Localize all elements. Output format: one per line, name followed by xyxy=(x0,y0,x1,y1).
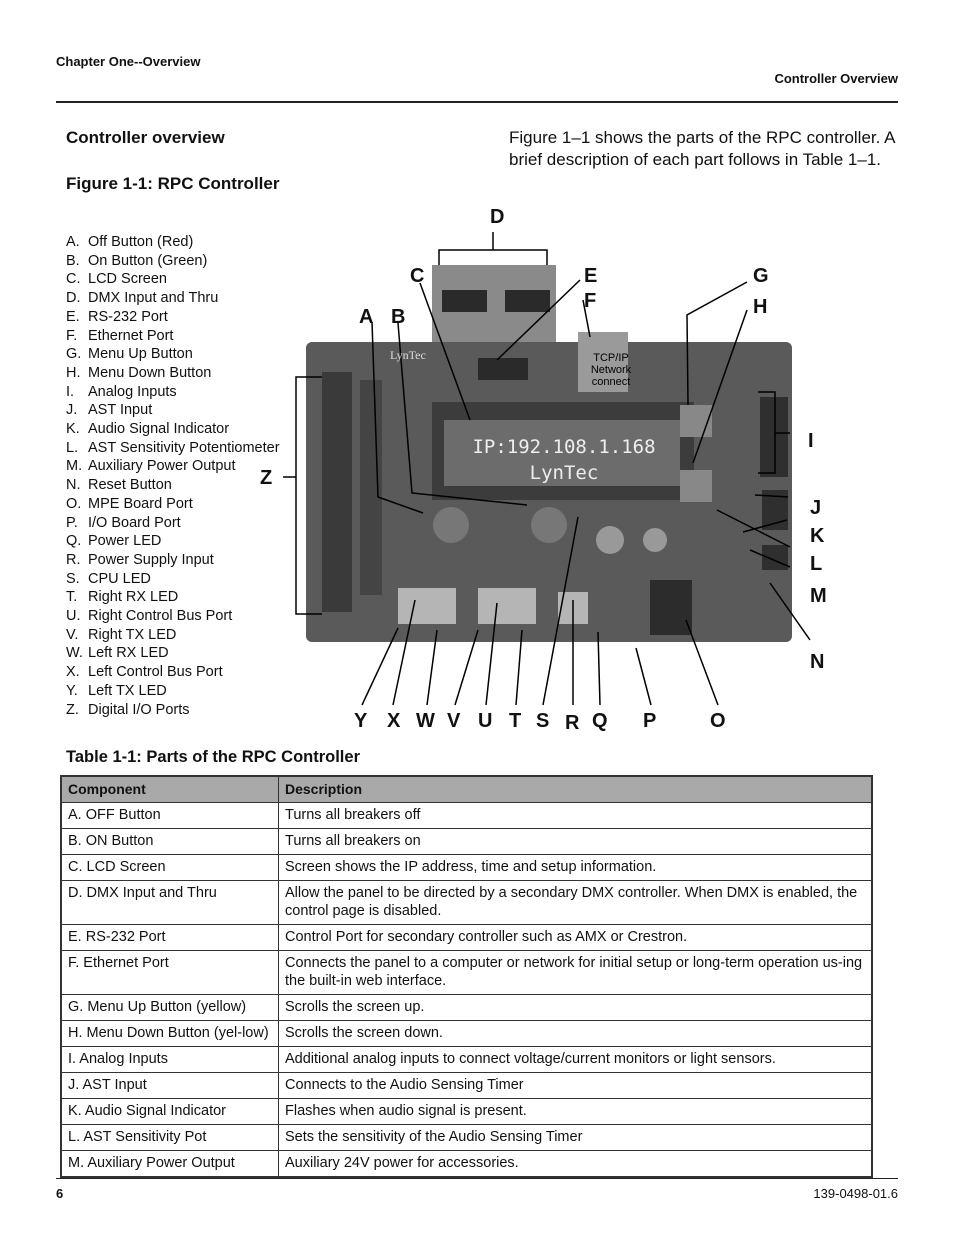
document-page: Chapter One--Overview Controller Overvie… xyxy=(0,0,954,1235)
callout-h: H xyxy=(753,296,768,318)
parts-table: Component Description A. OFF Button Turns… xyxy=(60,775,873,1178)
component-cell: D. DMX Input and Thru xyxy=(60,880,279,925)
callout-n: N xyxy=(810,651,825,673)
description-cell: Screen shows the IP address, time and se… xyxy=(278,854,873,881)
description-cell: Additional analog inputs to connect volt… xyxy=(278,1046,873,1073)
brand-logo: LynTec xyxy=(390,348,426,362)
component-cell: A. OFF Button xyxy=(60,802,279,829)
component-cell: L. AST Sensitivity Pot xyxy=(60,1124,279,1151)
table-row: G. Menu Up Button (yellow) Scrolls the sc… xyxy=(60,994,873,1021)
column-header-component: Component xyxy=(60,775,279,803)
lcd-line-1: IP:192.108.1.168 xyxy=(472,436,656,458)
component-cell: G. Menu Up Button (yellow) xyxy=(60,994,279,1021)
callout-p: P xyxy=(643,710,657,732)
callout-o: O xyxy=(710,710,726,732)
footer-rule xyxy=(56,1178,898,1179)
table-row: L. AST Sensitivity Pot Sets the sensitivi… xyxy=(60,1124,873,1151)
description-cell: Scrolls the screen down. xyxy=(278,1020,873,1047)
callout-b: B xyxy=(391,306,406,328)
callout-a: A xyxy=(359,306,374,328)
description-cell: Auxiliary 24V power for accessories. xyxy=(278,1150,873,1178)
component-cell: B. ON Button xyxy=(60,828,279,855)
callout-z: Z xyxy=(260,467,273,489)
callout-e: E xyxy=(584,265,598,287)
description-cell: Control Port for secondary controller su… xyxy=(278,924,873,951)
description-cell: Turns all breakers on xyxy=(278,828,873,855)
description-cell: Flashes when audio signal is present. xyxy=(278,1098,873,1125)
description-cell: Turns all breakers off xyxy=(278,802,873,829)
table-row: D. DMX Input and Thru Allow the panel to … xyxy=(60,880,873,925)
document-number: 139-0498-01.6 xyxy=(813,1186,898,1201)
callout-x: X xyxy=(387,710,401,732)
table-row: A. OFF Button Turns all breakers off xyxy=(60,802,873,829)
callout-c: C xyxy=(410,265,425,287)
table-row: C. LCD Screen Screen shows the IP address… xyxy=(60,854,873,881)
description-cell: Scrolls the screen up. xyxy=(278,994,873,1021)
component-cell: F. Ethernet Port xyxy=(60,950,279,995)
table-row: F. Ethernet Port Connects the panel to a … xyxy=(60,950,873,995)
callout-f: F xyxy=(584,290,597,312)
controller-figure xyxy=(283,232,811,706)
callout-v: V xyxy=(447,710,461,732)
network-label: TCP/IP Network connect xyxy=(590,352,632,388)
callout-r: R xyxy=(565,712,580,734)
table-row: B. ON Button Turns all breakers on xyxy=(60,828,873,855)
table-row: M. Auxiliary Power Output Auxiliary 24V p… xyxy=(60,1150,873,1178)
component-cell: M. Auxiliary Power Output xyxy=(60,1150,279,1178)
callout-u: U xyxy=(478,710,493,732)
table-row: H. Menu Down Button (yel-low) Scrolls the… xyxy=(60,1020,873,1047)
lcd-screen: IP:192.108.1.168 LynTec xyxy=(454,434,674,486)
callout-m: M xyxy=(810,585,827,607)
component-cell: E. RS-232 Port xyxy=(60,924,279,951)
description-cell: Sets the sensitivity of the Audio Sensin… xyxy=(278,1124,873,1151)
callout-t: T xyxy=(509,710,522,732)
table-row: K. Audio Signal Indicator Flashes when au… xyxy=(60,1098,873,1125)
callout-l: L xyxy=(810,553,823,575)
callout-q: Q xyxy=(592,710,608,732)
callout-g: G xyxy=(753,265,769,287)
callout-i: I xyxy=(808,430,814,452)
description-cell: Connects the panel to a computer or netw… xyxy=(278,950,873,995)
dmx-board xyxy=(432,265,556,350)
callout-k: K xyxy=(810,525,825,547)
circuit-board xyxy=(306,332,792,642)
callout-d: D xyxy=(490,206,505,228)
callout-y: Y xyxy=(354,710,368,732)
table-row: E. RS-232 Port Control Port for secondary… xyxy=(60,924,873,951)
component-cell: C. LCD Screen xyxy=(60,854,279,881)
component-cell: K. Audio Signal Indicator xyxy=(60,1098,279,1125)
component-cell: I. Analog Inputs xyxy=(60,1046,279,1073)
component-cell: J. AST Input xyxy=(60,1072,279,1099)
callout-s: S xyxy=(536,710,550,732)
lcd-line-2: LynTec xyxy=(529,462,599,484)
callout-j: J xyxy=(810,497,822,519)
table-row: J. AST Input Connects to the Audio Sensin… xyxy=(60,1072,873,1099)
callout-w: W xyxy=(416,710,435,732)
component-cell: H. Menu Down Button (yel-low) xyxy=(60,1020,279,1047)
description-cell: Allow the panel to be directed by a seco… xyxy=(278,880,873,925)
table-title: Table 1-1: Parts of the RPC Controller xyxy=(66,748,360,766)
column-header-description: Description xyxy=(278,775,873,803)
description-cell: Connects to the Audio Sensing Timer xyxy=(278,1072,873,1099)
page-number: 6 xyxy=(56,1186,64,1201)
table-row: I. Analog Inputs Additional analog inputs… xyxy=(60,1046,873,1073)
